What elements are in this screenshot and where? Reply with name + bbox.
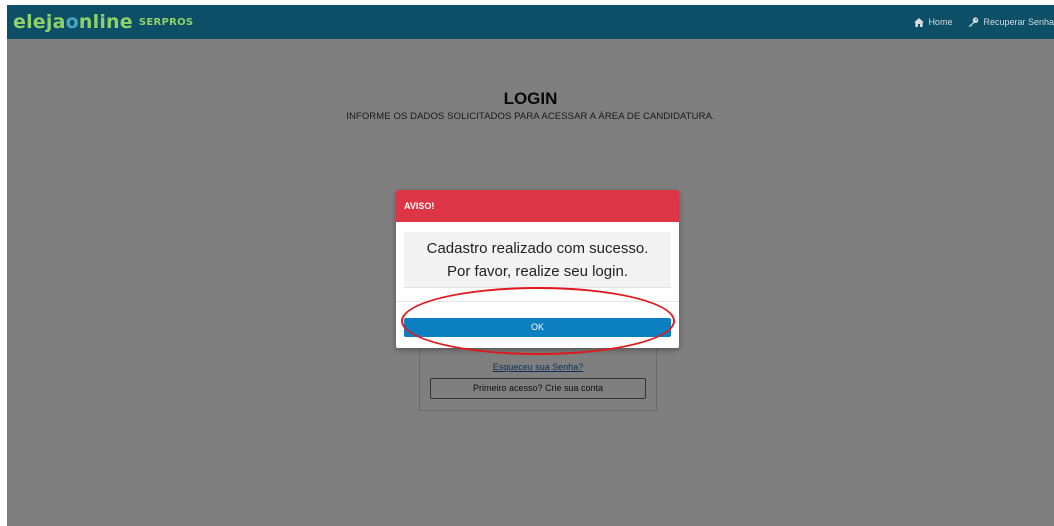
brand-sub: SERPROS	[138, 16, 194, 28]
modal-message-line-1: Cadastro realizado com sucesso.	[426, 240, 649, 257]
modal-header: AVISO!	[396, 190, 679, 222]
modal-message-line-2: Por favor, realize seu login.	[447, 263, 628, 280]
nav-recover-label: Recuperar Senha	[983, 17, 1054, 27]
alert-modal: AVISO! Cadastro realizado com sucesso. P…	[396, 190, 679, 348]
brand-name: elejaonline	[13, 11, 133, 33]
nav-recover-password-link[interactable]: Recuperar Senha	[968, 17, 1054, 27]
ok-button[interactable]: OK	[404, 318, 671, 337]
brand-logo[interactable]: elejaonline SERPROS	[13, 8, 193, 36]
modal-divider	[396, 301, 679, 302]
nav-home-label: Home	[928, 17, 953, 27]
home-icon	[914, 17, 925, 27]
top-navbar: elejaonline SERPROS Home Recuperar Senha	[7, 5, 1054, 39]
modal-title: AVISO!	[404, 201, 435, 211]
modal-message: Cadastro realizado com sucesso. Por favo…	[404, 232, 671, 288]
key-icon	[969, 17, 979, 27]
nav-links: Home Recuperar Senha	[898, 5, 1054, 39]
browser-page: elejaonline SERPROS Home Recuperar Senha…	[7, 5, 1054, 526]
nav-home-link[interactable]: Home	[914, 17, 952, 27]
